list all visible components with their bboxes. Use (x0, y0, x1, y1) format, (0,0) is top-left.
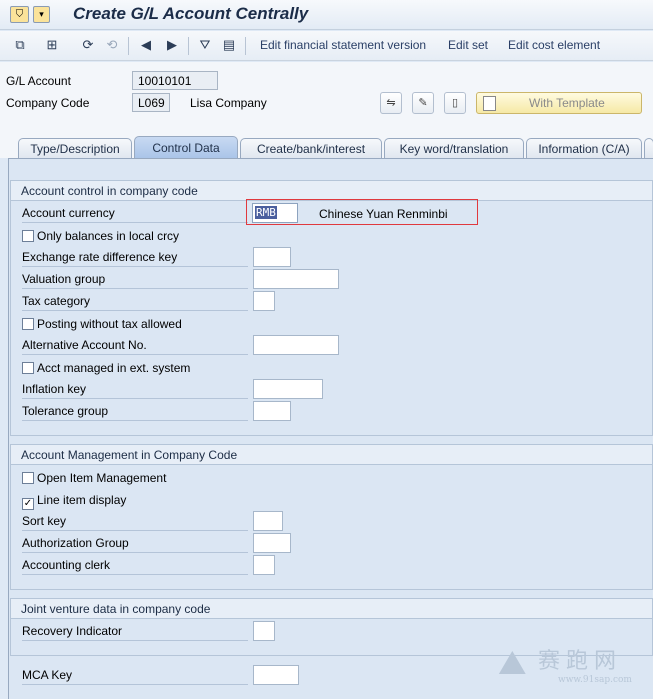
account-currency-desc: Chinese Yuan Renminbi (319, 207, 448, 221)
with-template-label: With Template (529, 96, 605, 110)
title-bar: ⛉ ▾ Create G/L Account Centrally (0, 0, 653, 30)
open-item-row[interactable]: Open Item Management (22, 471, 166, 485)
tab-type-description[interactable]: Type/Description (18, 138, 132, 159)
toolbar-separator (245, 37, 246, 55)
gl-account-field[interactable]: 10010101 (132, 71, 218, 90)
watermark-text: 赛跑网 (538, 649, 623, 674)
acct-managed-ext-checkbox[interactable] (22, 362, 34, 374)
inflation-key-label: Inflation key (22, 381, 248, 399)
line-item-row[interactable]: ✓ Line item display (22, 493, 126, 510)
valuation-group-label: Valuation group (22, 271, 248, 289)
exchange-rate-input[interactable] (253, 247, 291, 267)
valuation-group-input[interactable] (253, 269, 339, 289)
inflation-key-input[interactable] (253, 379, 323, 399)
toolbar-separator (188, 37, 189, 55)
authorization-group-input[interactable] (253, 533, 291, 553)
sort-key-input[interactable] (253, 511, 283, 531)
edit-set-link[interactable]: Edit set (448, 38, 488, 52)
tab-keyword-translation[interactable]: Key word/translation (384, 138, 524, 159)
application-toolbar: ⧉ ⊞ ⟳ ⟲ ◀ ▶ ⛛ ▤ Edit financial statement… (0, 31, 653, 61)
accounting-clerk-label: Accounting clerk (22, 557, 248, 575)
watermark-url: www.91sap.com (558, 675, 632, 685)
template-icon (483, 96, 496, 111)
company-code-field[interactable]: L069 (132, 93, 170, 112)
with-template-button[interactable]: With Template (476, 92, 642, 114)
account-control-title: Account control in company code (11, 181, 652, 201)
edit-fs-version-link[interactable]: Edit financial statement version (260, 38, 426, 52)
tab-strip: Type/Description Control Data Create/ban… (0, 132, 653, 159)
copy-icon[interactable]: ⇋ (380, 92, 402, 114)
alternative-account-input[interactable] (253, 335, 339, 355)
check-icon[interactable]: ⟲ (104, 37, 120, 53)
only-balances-checkbox[interactable] (22, 230, 34, 242)
only-balances-label: Only balances in local crcy (37, 229, 180, 243)
tax-category-label: Tax category (22, 293, 248, 311)
watermark-logo-icon: ⛰ (498, 643, 527, 683)
account-currency-value: RMB (255, 206, 277, 219)
menu-dropdown-icon[interactable]: ▾ (33, 6, 50, 23)
acct-managed-ext-label: Acct managed in ext. system (37, 361, 191, 375)
other-account-icon[interactable]: ⧉ (12, 37, 28, 53)
joint-venture-title: Joint venture data in company code (11, 599, 652, 619)
account-currency-label: Account currency (22, 205, 248, 223)
tab-control-data[interactable]: Control Data (134, 136, 238, 159)
account-currency-input[interactable]: RMB (252, 203, 298, 223)
recovery-indicator-label: Recovery Indicator (22, 623, 248, 641)
site-watermark: ⛰ 赛跑网 www.91sap.com (498, 643, 648, 693)
gl-account-label: G/L Account (6, 74, 71, 88)
document-icon[interactable]: ▤ (221, 37, 237, 53)
system-menu-icon[interactable]: ⛉ (10, 6, 29, 23)
authorization-group-label: Authorization Group (22, 535, 248, 553)
alternative-account-label: Alternative Account No. (22, 337, 248, 355)
mca-key-label: MCA Key (22, 667, 248, 685)
line-item-checkbox[interactable]: ✓ (22, 498, 34, 510)
hierarchy-icon[interactable]: ⊞ (44, 37, 60, 53)
company-name: Lisa Company (190, 96, 267, 110)
posting-without-tax-row[interactable]: Posting without tax allowed (22, 317, 182, 331)
recovery-indicator-input[interactable] (253, 621, 275, 641)
filter-icon[interactable]: ⛛ (197, 37, 213, 53)
line-item-label: Line item display (37, 493, 127, 507)
exchange-rate-label: Exchange rate difference key (22, 249, 248, 267)
posting-without-tax-label: Posting without tax allowed (37, 317, 182, 331)
display-change-icon[interactable]: ⟳ (80, 37, 96, 53)
tolerance-group-label: Tolerance group (22, 403, 248, 421)
new-document-icon[interactable]: ▯ (444, 92, 466, 114)
open-item-checkbox[interactable] (22, 472, 34, 484)
mca-key-input[interactable] (253, 665, 299, 685)
open-item-label: Open Item Management (37, 471, 167, 485)
tax-category-input[interactable] (253, 291, 275, 311)
only-balances-row[interactable]: Only balances in local crcy (22, 229, 179, 243)
tab-create-bank-interest[interactable]: Create/bank/interest (240, 138, 382, 159)
company-code-label: Company Code (6, 96, 90, 110)
tolerance-group-input[interactable] (253, 401, 291, 421)
accounting-clerk-input[interactable] (253, 555, 275, 575)
tab-information[interactable]: Information (C/A) (526, 138, 642, 159)
edit-cost-element-link[interactable]: Edit cost element (508, 38, 600, 52)
tab-more[interactable] (644, 138, 653, 159)
next-icon[interactable]: ▶ (164, 37, 180, 53)
previous-icon[interactable]: ◀ (138, 37, 154, 53)
posting-without-tax-checkbox[interactable] (22, 318, 34, 330)
acct-managed-ext-row[interactable]: Acct managed in ext. system (22, 361, 190, 375)
sort-key-label: Sort key (22, 513, 248, 531)
edit-pencil-icon[interactable]: ✎ (412, 92, 434, 114)
account-management-title: Account Management in Company Code (11, 445, 652, 465)
toolbar-separator (128, 37, 129, 55)
page-title: Create G/L Account Centrally (73, 4, 309, 23)
